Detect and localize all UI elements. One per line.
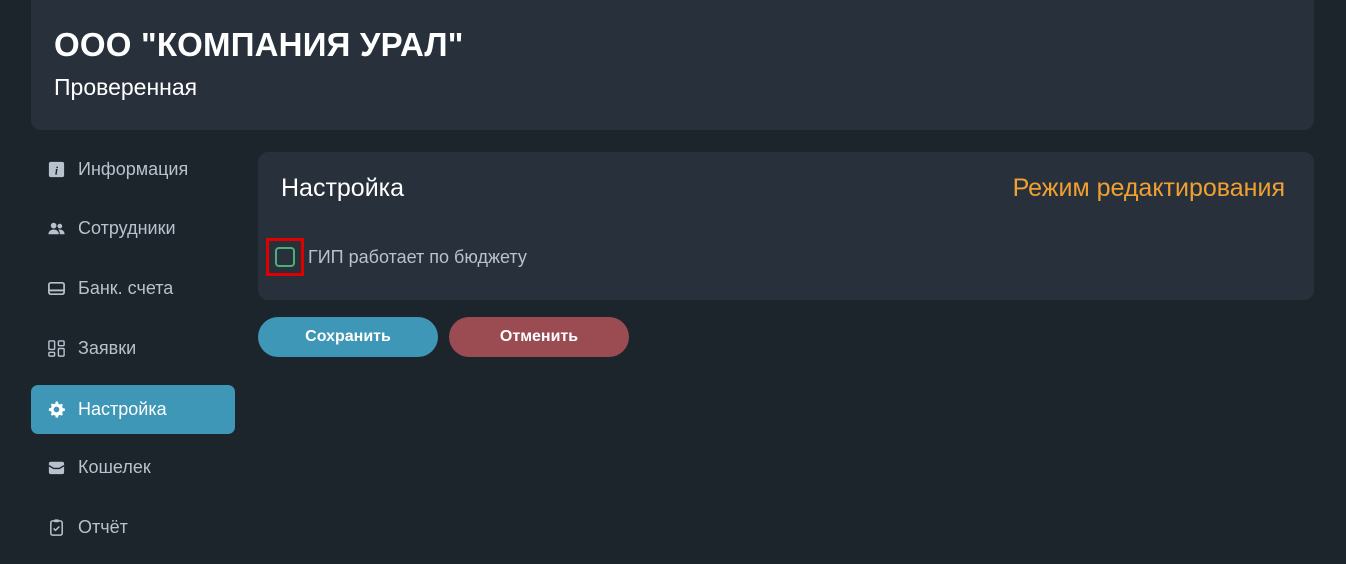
company-header: ООО "КОМПАНИЯ УРАЛ" Проверенная bbox=[31, 0, 1314, 130]
sidebar-item-employees[interactable]: Сотрудники bbox=[31, 204, 235, 253]
gear-icon bbox=[46, 400, 66, 420]
budget-checkbox[interactable] bbox=[275, 247, 295, 267]
save-button[interactable]: Сохранить bbox=[258, 317, 438, 357]
sidebar-item-wallet[interactable]: Кошелек bbox=[31, 443, 235, 492]
sidebar-item-label: Сотрудники bbox=[78, 218, 176, 238]
sidebar-item-label: Банк. счета bbox=[78, 278, 174, 298]
sidebar-item-requests[interactable]: Заявки bbox=[31, 324, 235, 373]
cancel-button[interactable]: Отменить bbox=[449, 317, 629, 357]
settings-panel: Настройка Режим редактирования ГИП работ… bbox=[258, 152, 1314, 300]
sidebar-item-label: Отчёт bbox=[78, 517, 128, 537]
wallet-icon bbox=[46, 458, 66, 478]
clipboard-icon bbox=[46, 518, 66, 538]
company-status: Проверенная bbox=[54, 74, 198, 100]
sidebar-item-report[interactable]: Отчёт bbox=[31, 503, 235, 552]
checkbox-highlight bbox=[266, 238, 304, 276]
sidebar-item-label: Кошелек bbox=[78, 457, 151, 477]
sidebar-item-info[interactable]: i Информация bbox=[31, 145, 235, 194]
info-icon: i bbox=[46, 160, 66, 180]
grid-icon bbox=[46, 339, 66, 359]
budget-checkbox-label[interactable]: ГИП работает по бюджету bbox=[308, 247, 527, 268]
sidebar-item-label: Заявки bbox=[78, 338, 137, 358]
sidebar-item-settings[interactable]: Настройка bbox=[31, 385, 235, 434]
sidebar-item-label: Информация bbox=[78, 159, 189, 179]
sidebar-item-label: Настройка bbox=[78, 399, 167, 419]
company-name: ООО "КОМПАНИЯ УРАЛ" bbox=[54, 26, 464, 63]
users-icon bbox=[46, 219, 66, 239]
sidebar-item-bank-accounts[interactable]: Банк. счета bbox=[31, 264, 235, 313]
panel-title: Настройка bbox=[281, 174, 405, 202]
budget-checkbox-row: ГИП работает по бюджету bbox=[266, 235, 527, 279]
card-icon bbox=[46, 279, 66, 299]
edit-mode-label: Режим редактирования bbox=[1012, 174, 1285, 202]
